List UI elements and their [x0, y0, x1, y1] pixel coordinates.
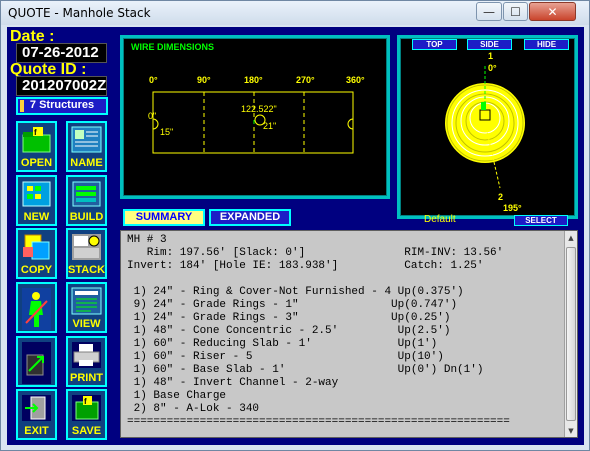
person-button[interactable]: [16, 282, 57, 333]
hide-button[interactable]: HIDE: [524, 39, 569, 50]
summary-line: 1) Base Charge: [127, 390, 227, 402]
scroll-thumb[interactable]: [566, 247, 576, 421]
top-view-button[interactable]: TOP: [412, 39, 457, 50]
new-document-icon: [21, 180, 52, 208]
open-label: OPEN: [20, 157, 53, 169]
summary-line: 2) 8" - A-Lok - 340: [127, 403, 260, 415]
close-button[interactable]: ✕: [529, 2, 576, 21]
copy-label: COPY: [20, 264, 53, 276]
maximize-icon: ☐: [510, 5, 521, 19]
dim-label-15: 15": [160, 127, 174, 137]
summary-line: 1) 24" - Grade Rings - 3" Up(0.25'): [127, 312, 451, 324]
dim-label-21: 21": [263, 121, 277, 131]
close-icon: ✕: [547, 5, 558, 19]
stack-icon: [71, 233, 102, 261]
summary-line: Rim: 197.56' [Slack: 0'] RIM-INV: 13.56': [127, 247, 504, 259]
summary-line: 1) 60" - Base Slab - 1' Up(0') Dn(1'): [127, 364, 484, 376]
side-view-button[interactable]: SIDE: [467, 39, 512, 50]
new-button[interactable]: NEW: [16, 175, 57, 226]
structures-button[interactable]: 7 Structures: [16, 97, 108, 115]
save-button[interactable]: f SAVE: [66, 389, 107, 440]
print-label: PRINT: [70, 372, 103, 384]
app-window: QUOTE - Manhole Stack — ☐ ✕ Date : 07-26…: [0, 0, 590, 451]
svg-text:f: f: [34, 128, 37, 137]
dim-label-0: 0": [148, 111, 157, 121]
minimize-icon: —: [483, 5, 495, 19]
quote-id-value[interactable]: 201207002Z: [16, 76, 107, 96]
scroll-down-icon[interactable]: ▼: [565, 425, 577, 437]
name-card-icon: [71, 126, 102, 154]
scroll-up-icon[interactable]: ▲: [565, 232, 577, 245]
dim-label-122: 122.522": [241, 104, 277, 114]
build-button[interactable]: BUILD: [66, 175, 107, 226]
summary-line: ========================================…: [127, 416, 510, 428]
stack-label: STACK: [68, 264, 106, 276]
exit-button[interactable]: EXIT: [16, 389, 57, 440]
exit-label: EXIT: [24, 425, 49, 437]
view-icon: [71, 287, 102, 315]
export-button[interactable]: [16, 336, 57, 387]
stack-button[interactable]: STACK: [66, 228, 107, 279]
summary-line: 1) 48" - Invert Channel - 2-way: [127, 377, 339, 389]
copy-button[interactable]: COPY: [16, 228, 57, 279]
default-label: Default: [424, 214, 456, 225]
new-label: NEW: [23, 211, 50, 223]
summary-line: 1) 24" - Ring & Cover-Not Furnished - 4 …: [127, 286, 464, 298]
wire-2-degree: 195°: [503, 203, 522, 213]
summary-line: 1) 48" - Cone Concentric - 2.5' Up(2.5'): [127, 325, 451, 337]
open-button[interactable]: f OPEN: [16, 121, 57, 172]
person-icon: [21, 287, 52, 331]
exit-door-icon: [21, 394, 52, 422]
wire-2-label: 2: [498, 192, 504, 202]
wire-dimensions-panel: WIRE DIMENSIONS 0° 90° 180° 270° 360° 0"…: [120, 35, 390, 199]
summary-line: 1) 60" - Reducing Slab - 1' Up(1'): [127, 338, 438, 350]
view-button[interactable]: VIEW: [66, 282, 107, 333]
save-disk-icon: f: [71, 394, 102, 422]
save-label: SAVE: [71, 425, 102, 437]
summary-line: 1) 60" - Riser - 5 Up(10'): [127, 351, 444, 363]
window-title: QUOTE - Manhole Stack: [8, 6, 151, 20]
minimize-button[interactable]: —: [476, 2, 502, 21]
tab-summary[interactable]: SUMMARY: [123, 209, 205, 226]
summary-line: MH # 3: [127, 234, 167, 246]
print-button[interactable]: PRINT: [66, 336, 107, 387]
title-bar[interactable]: QUOTE - Manhole Stack — ☐ ✕: [1, 1, 589, 25]
name-button[interactable]: NAME: [66, 121, 107, 172]
app-client-area: Date : 07-26-2012 Quote ID : 201207002Z …: [7, 27, 584, 445]
summary-textarea[interactable]: MH # 3 Rim: 197.56' [Slack: 0'] RIM-INV:…: [120, 230, 578, 438]
printer-icon: [71, 341, 102, 369]
wire-drawing: [152, 91, 354, 154]
structures-marker-icon: [20, 100, 24, 112]
build-icon: [71, 180, 102, 208]
maximize-button[interactable]: ☐: [503, 2, 528, 21]
name-label: NAME: [70, 157, 103, 169]
svg-text:f: f: [84, 397, 87, 406]
select-button[interactable]: SELECT: [514, 215, 568, 226]
summary-line: 9) 24" - Grade Rings - 1" Up(0.747'): [127, 299, 458, 311]
top-view-panel: TOP SIDE HIDE 1 0° 2 195° Default SELECT: [397, 35, 578, 226]
summary-line: Invert: 184' [Hole IE: 183.938'] Catch: …: [127, 260, 484, 272]
date-value[interactable]: 07-26-2012: [16, 43, 107, 63]
build-label: BUILD: [69, 211, 104, 223]
wire-1-label: 1: [488, 51, 494, 61]
tab-expanded[interactable]: EXPANDED: [209, 209, 291, 226]
wire-1-degree: 0°: [488, 63, 497, 73]
structures-label: 7 Structures: [29, 99, 95, 111]
open-folder-icon: f: [21, 126, 52, 154]
view-label: VIEW: [72, 318, 101, 330]
copy-icon: [21, 233, 52, 261]
vertical-scrollbar[interactable]: ▲ ▼: [564, 231, 577, 437]
exit-arrow-icon: [21, 341, 52, 385]
